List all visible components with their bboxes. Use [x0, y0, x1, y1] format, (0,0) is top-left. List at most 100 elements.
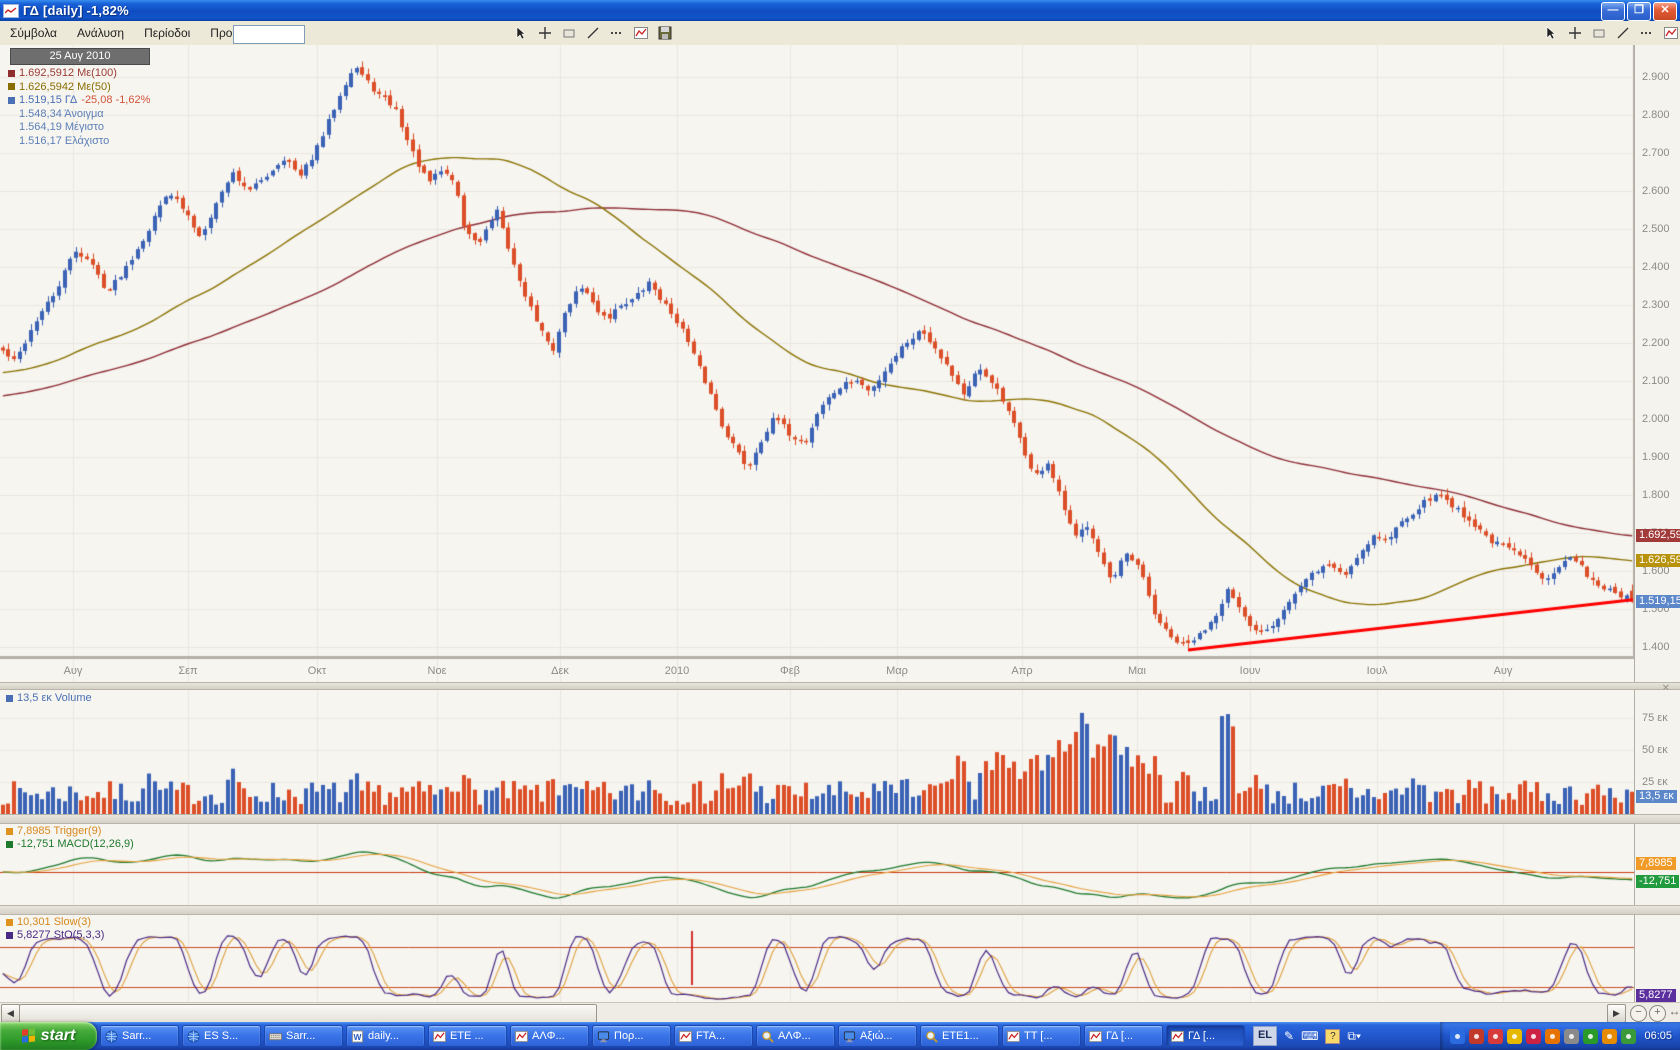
- tray-icon-java[interactable]: [1469, 1029, 1484, 1044]
- legend-marker: [8, 70, 15, 77]
- volume-plot-canvas[interactable]: [0, 690, 1635, 814]
- taskbar-task-daily[interactable]: Wdaily...: [346, 1025, 425, 1047]
- price-tick: 2.000: [1642, 413, 1670, 425]
- volume-legend: 13,5 εκ Volume: [6, 692, 92, 704]
- x-axis-label: Ιουν: [1228, 665, 1272, 677]
- keyboard-icon[interactable]: ⌨: [1301, 1029, 1318, 1043]
- price-plot-canvas[interactable]: [0, 45, 1635, 682]
- save-tool-icon[interactable]: [656, 24, 674, 41]
- volume-tick: 75 εκ: [1642, 712, 1668, 724]
- taskbar-task-ess[interactable]: ES S...: [182, 1025, 261, 1047]
- crosshair-tool-icon[interactable]: [536, 24, 554, 41]
- dots-tool-icon[interactable]: [1638, 24, 1656, 41]
- price-tick: 1.900: [1642, 451, 1670, 463]
- taskbar-task-αξι[interactable]: Αξιώ...: [838, 1025, 917, 1047]
- x-axis-label: Απρ: [1000, 665, 1044, 677]
- restore-button[interactable]: ❐: [1627, 2, 1651, 21]
- system-tray: 06:05: [1440, 1022, 1680, 1050]
- tray-icon-volume[interactable]: [1564, 1029, 1579, 1044]
- language-indicator[interactable]: EL: [1253, 1026, 1277, 1046]
- stochastic-plot-canvas[interactable]: [0, 915, 1635, 1002]
- taskbar: start Sarr...ES S...Sarr...Wdaily...ETE …: [0, 1022, 1680, 1050]
- price-pane: 25 Αυγ 2010 1.692,5912 Με(100)1.626,5942…: [0, 45, 1680, 682]
- legend-text: 1.519,15 ΓΔ: [19, 94, 77, 106]
- taskbar-task-πορ[interactable]: Πορ...: [592, 1025, 671, 1047]
- price-tick: 1.800: [1642, 489, 1670, 501]
- volume-glyph: [1569, 1034, 1574, 1039]
- chart-icon: [679, 1030, 692, 1043]
- taskbar-task-ete[interactable]: ETE ...: [428, 1025, 507, 1047]
- x-axis-label: Σεπ: [166, 665, 210, 677]
- langbar-restore-icon[interactable]: ⧉▾: [1347, 1029, 1361, 1044]
- tray-icon-alert[interactable]: [1545, 1029, 1560, 1044]
- taskbar-task-ετε1[interactable]: ΕΤΕ1...: [920, 1025, 999, 1047]
- taskbar-task-tt[interactable]: TT [...: [1002, 1025, 1081, 1047]
- keyboard-icon: [269, 1030, 282, 1043]
- dots-tool-icon[interactable]: [608, 24, 626, 41]
- chart-tool-icon[interactable]: [1662, 24, 1680, 41]
- menu-Περίοδοι[interactable]: Περίοδοι: [134, 23, 200, 43]
- help-icon[interactable]: ?: [1325, 1029, 1340, 1044]
- tray-icon-network[interactable]: [1450, 1029, 1465, 1044]
- pane-splitter[interactable]: [0, 905, 1680, 915]
- tray-icon-antivirus[interactable]: [1583, 1029, 1598, 1044]
- menu-Σύμβολα[interactable]: Σύμβολα: [0, 23, 67, 43]
- taskbar-task-γδ[interactable]: ΓΔ [...: [1084, 1025, 1163, 1047]
- price-tick: 2.600: [1642, 185, 1670, 197]
- line-tool-icon[interactable]: [1614, 24, 1632, 41]
- scroll-right-arrow[interactable]: ▶: [1607, 1004, 1626, 1023]
- pen-icon[interactable]: ✎: [1284, 1029, 1294, 1043]
- close-button[interactable]: ✕: [1653, 2, 1677, 21]
- menu-Ανάλυση[interactable]: Ανάλυση: [67, 23, 134, 43]
- antivirus-glyph: [1588, 1034, 1593, 1039]
- stochastic-pane: 10,301 Slow(3)5,8277 StO(5,3,3) 5,8277: [0, 915, 1680, 1002]
- box-tool-icon[interactable]: [1590, 24, 1608, 41]
- scroll-thumb[interactable]: [19, 1004, 597, 1023]
- tray-icon-users[interactable]: [1488, 1029, 1503, 1044]
- price-tick: 1.400: [1642, 641, 1670, 653]
- title-bar[interactable]: ΓΔ [daily] -1,82% — ❐ ✕: [0, 0, 1680, 21]
- legend-text: 1.692,5912 Με(100): [19, 67, 117, 79]
- volume-legend-text: 13,5 εκ Volume: [17, 692, 92, 704]
- taskbar-task-sarr[interactable]: Sarr...: [264, 1025, 343, 1047]
- macd-legend-text: 7,8985 Trigger(9): [17, 825, 101, 837]
- x-axis-label: Φεβ: [768, 665, 812, 677]
- crosshair-tool-icon[interactable]: [1566, 24, 1584, 41]
- price-tick: 2.700: [1642, 147, 1670, 159]
- alert-glyph: [1550, 1034, 1555, 1039]
- legend-text: 1.516,17 Ελάχιστο: [19, 135, 109, 147]
- macd-tag: -12,751: [1636, 875, 1679, 888]
- x-axis-label: Μαι: [1115, 665, 1159, 677]
- volume-tag: 13,5 εκ: [1636, 790, 1677, 803]
- start-button[interactable]: start: [0, 1022, 97, 1050]
- minimize-button[interactable]: —: [1601, 2, 1625, 21]
- tray-icon-messenger[interactable]: [1526, 1029, 1541, 1044]
- scroll-left-arrow[interactable]: ◀: [1, 1004, 20, 1023]
- pane-splitter[interactable]: ✕: [0, 682, 1680, 690]
- zoom-out-button[interactable]: −: [1630, 1005, 1647, 1022]
- taskbar-task-αλφ[interactable]: ΑΛΦ...: [510, 1025, 589, 1047]
- tray-icon-shield[interactable]: [1507, 1029, 1522, 1044]
- taskbar-task-γδ[interactable]: ΓΔ [...: [1166, 1025, 1245, 1047]
- symbol-input[interactable]: [233, 25, 305, 44]
- tray-icon-mail[interactable]: [1602, 1029, 1617, 1044]
- macd-plot-canvas[interactable]: [0, 824, 1635, 905]
- toolbar-center: [512, 24, 674, 41]
- taskbar-task-αλφ[interactable]: ΑΛΦ...: [756, 1025, 835, 1047]
- price-tick: 2.500: [1642, 223, 1670, 235]
- cursor-tool-icon[interactable]: [512, 24, 530, 41]
- x-axis-label: Αυγ: [51, 665, 95, 677]
- pane-splitter[interactable]: [0, 814, 1680, 824]
- taskbar-task-fta[interactable]: FTA...: [674, 1025, 753, 1047]
- taskbar-task-sarr[interactable]: Sarr...: [100, 1025, 179, 1047]
- tray-icon-remote[interactable]: [1621, 1029, 1636, 1044]
- zoom-range-button[interactable]: ↔: [1667, 1005, 1680, 1020]
- globe-icon: [187, 1030, 200, 1043]
- chart-tool-icon[interactable]: [632, 24, 650, 41]
- java-glyph: [1474, 1034, 1479, 1039]
- box-tool-icon[interactable]: [560, 24, 578, 41]
- legend-spacer: [8, 110, 15, 117]
- line-tool-icon[interactable]: [584, 24, 602, 41]
- zoom-in-button[interactable]: +: [1649, 1005, 1666, 1022]
- cursor-tool-icon[interactable]: [1542, 24, 1560, 41]
